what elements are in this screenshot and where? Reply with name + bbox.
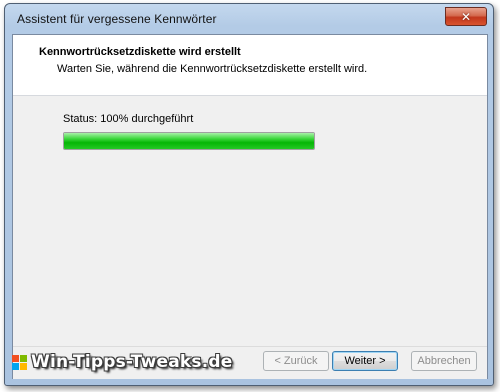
wizard-body: Status: 100% durchgeführt <box>13 96 487 346</box>
title-bar[interactable]: Assistent für vergessene Kennwörter ✕ <box>5 4 493 34</box>
watermark: Win-Tipps-Tweaks.de <box>12 352 233 372</box>
wizard-header: Kennwortrücksetzdiskette wird erstellt W… <box>13 35 487 96</box>
page-subtitle: Warten Sie, während die Kennwortrücksetz… <box>57 63 368 75</box>
wizard-window: Assistent für vergessene Kennwörter ✕ Ke… <box>4 3 494 386</box>
progress-fill <box>64 133 314 149</box>
cancel-button[interactable]: Abbrechen <box>411 351 477 371</box>
windows-flag-icon <box>12 354 27 370</box>
wizard-content: Kennwortrücksetzdiskette wird erstellt W… <box>12 34 488 379</box>
back-button[interactable]: < Zurück <box>263 351 329 371</box>
window-title: Assistent für vergessene Kennwörter <box>17 12 217 26</box>
close-icon: ✕ <box>460 9 472 24</box>
progress-bar <box>63 132 315 150</box>
next-button[interactable]: Weiter > <box>332 351 398 371</box>
page-title: Kennwortrücksetzdiskette wird erstellt <box>39 46 241 58</box>
close-button[interactable]: ✕ <box>445 7 487 26</box>
watermark-text: Win-Tipps-Tweaks.de <box>31 352 233 372</box>
status-label: Status: 100% durchgeführt <box>63 113 194 125</box>
